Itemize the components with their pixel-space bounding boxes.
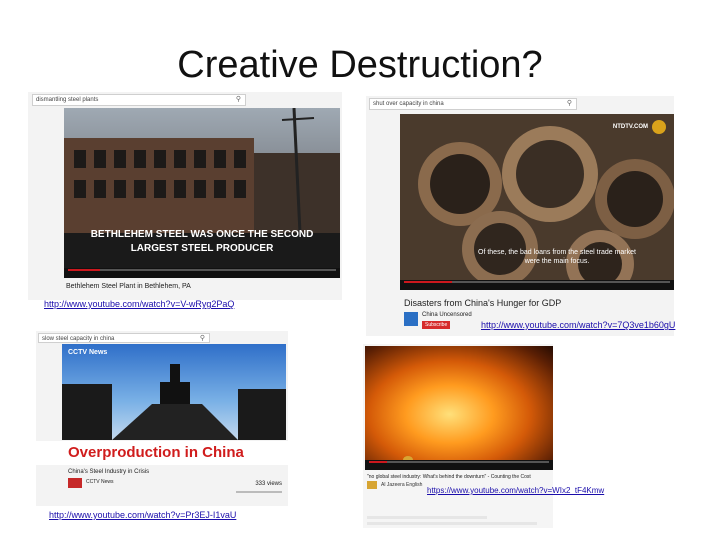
channel-avatar[interactable]: [68, 478, 82, 488]
video-caption: BETHLEHEM STEEL WAS ONCE THE SECOND LARG…: [64, 228, 340, 256]
caption-line-2: were the main focus.: [524, 258, 590, 265]
video-screenshot-china-gdp[interactable]: shut over capacity in china ⚲ NTDTV.COM …: [366, 96, 674, 336]
search-input[interactable]: dismantling steel plants ⚲: [32, 94, 246, 106]
channel-logo: NTDTV.COM: [612, 124, 648, 130]
player-controls[interactable]: [400, 280, 674, 290]
video-screenshot-steel-industry[interactable]: "no global steel industry: What's behind…: [363, 344, 553, 528]
channel-avatar[interactable]: [367, 481, 377, 489]
caption-line-1: Of these, the bad loans from the steel t…: [478, 249, 636, 256]
progress-bar[interactable]: [68, 269, 336, 271]
progress-fill: [68, 269, 101, 271]
video-player[interactable]: CCTV News: [62, 344, 286, 440]
search-icon[interactable]: ⚲: [567, 99, 572, 109]
video-title[interactable]: Bethlehem Steel Plant in Bethlehem, PA: [66, 283, 191, 290]
video-screenshot-bethlehem[interactable]: dismantling steel plants ⚲ BETHLEHEM STE…: [28, 92, 342, 300]
progress-bar[interactable]: [369, 461, 549, 463]
view-count: 333 views: [255, 481, 282, 487]
progress-bar[interactable]: [404, 281, 670, 283]
video-title[interactable]: China's Steel Industry in Crisis: [68, 469, 149, 475]
caption-line-2: LARGEST STEEL PRODUCER: [130, 243, 274, 254]
metadata-line: [236, 491, 282, 493]
metadata-line: [367, 522, 537, 525]
metadata-line: [367, 516, 487, 519]
video-link-steel-industry[interactable]: https://www.youtube.com/watch?v=WIx2_tF4…: [427, 486, 604, 495]
progress-fill: [404, 281, 452, 283]
video-title[interactable]: "no global steel industry: What's behind…: [367, 474, 531, 480]
player-controls[interactable]: [365, 460, 553, 470]
channel-logo-icon: [652, 120, 666, 134]
video-caption: Of these, the bad loans from the steel t…: [440, 248, 674, 266]
video-player[interactable]: [365, 346, 553, 470]
search-input[interactable]: shut over capacity in china ⚲: [369, 98, 577, 110]
video-link-china-gdp[interactable]: http://www.youtube.com/watch?v=7Q3ve1b60…: [481, 320, 675, 330]
search-text: slow steel capacity in china: [42, 336, 115, 342]
search-input[interactable]: slow steel capacity in china ⚲: [38, 333, 210, 343]
slide-title: Creative Destruction?: [177, 44, 543, 86]
player-controls[interactable]: [64, 268, 340, 278]
channel-name[interactable]: CCTV News: [86, 479, 114, 485]
video-player[interactable]: BETHLEHEM STEEL WAS ONCE THE SECOND LARG…: [64, 108, 340, 278]
steel-mill-image: [62, 364, 286, 440]
video-link-overproduction[interactable]: http://www.youtube.com/watch?v=Pr3EJ-I1v…: [49, 510, 236, 520]
caption-line-1: BETHLEHEM STEEL WAS ONCE THE SECOND: [90, 229, 314, 240]
progress-fill: [369, 461, 387, 463]
channel-avatar[interactable]: [404, 312, 418, 326]
video-screenshot-overproduction[interactable]: slow steel capacity in china ⚲ CCTV News…: [36, 331, 288, 506]
subscribe-button[interactable]: Subscribe: [422, 321, 451, 329]
search-icon[interactable]: ⚲: [200, 334, 205, 342]
video-player[interactable]: NTDTV.COM Of these, the bad loans from t…: [400, 114, 674, 290]
video-link-bethlehem[interactable]: http://www.youtube.com/watch?v=V-wRyg2Pa…: [44, 299, 234, 309]
channel-name[interactable]: China Uncensored: [422, 312, 472, 318]
search-icon[interactable]: ⚲: [236, 95, 241, 105]
channel-logo: CCTV News: [68, 349, 108, 356]
search-text: dismantling steel plants: [36, 97, 99, 103]
overlay-label: Overproduction in China: [36, 441, 288, 465]
video-title[interactable]: Disasters from China's Hunger for GDP: [404, 298, 561, 308]
channel-name[interactable]: Al Jazeera English: [381, 482, 422, 488]
search-text: shut over capacity in china: [373, 101, 444, 107]
